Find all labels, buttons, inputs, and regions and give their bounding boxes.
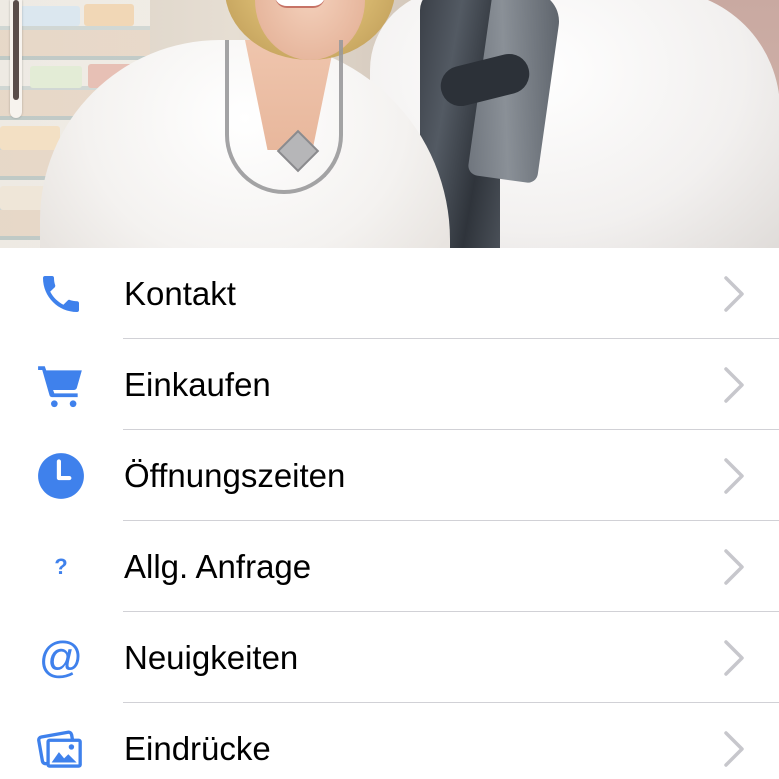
menu-item-einkaufen[interactable]: Einkaufen xyxy=(0,339,779,430)
photos-icon xyxy=(35,723,87,775)
menu-list: Kontakt Einkaufen Öffnungszeiten ? Allg.… xyxy=(0,248,779,779)
chevron-right-icon xyxy=(724,730,744,767)
chevron-right-icon xyxy=(724,548,744,585)
chevron-right-icon xyxy=(724,366,744,403)
menu-item-allg-anfrage[interactable]: ? Allg. Anfrage xyxy=(0,521,779,612)
menu-item-neuigkeiten[interactable]: @ Neuigkeiten xyxy=(0,612,779,703)
cart-icon xyxy=(35,359,87,411)
question-icon: ? xyxy=(54,553,68,579)
at-icon: @ xyxy=(38,632,84,682)
product-box xyxy=(84,4,134,26)
hero-photo xyxy=(0,0,779,248)
menu-item-label: Einkaufen xyxy=(124,365,271,403)
phone-icon xyxy=(35,268,87,320)
menu-item-label: Eindrücke xyxy=(124,729,271,767)
menu-item-label: Allg. Anfrage xyxy=(124,547,312,585)
app-screen: Kontakt Einkaufen Öffnungszeiten ? Allg.… xyxy=(0,0,779,779)
menu-item-oeffnungszeiten[interactable]: Öffnungszeiten xyxy=(0,430,779,521)
product-box xyxy=(30,66,82,88)
clock-icon xyxy=(35,450,87,502)
woman-smile xyxy=(275,0,325,8)
product-box xyxy=(20,6,80,26)
menu-item-kontakt[interactable]: Kontakt xyxy=(0,248,779,339)
necklace xyxy=(225,40,343,194)
menu-item-label: Neuigkeiten xyxy=(124,638,299,676)
menu-item-eindruecke[interactable]: Eindrücke xyxy=(0,703,779,779)
chevron-right-icon xyxy=(724,639,744,676)
menu-item-label: Kontakt xyxy=(124,274,236,312)
chevron-right-icon xyxy=(724,275,744,312)
chevron-right-icon xyxy=(724,457,744,494)
scroll-indicator[interactable] xyxy=(10,0,22,118)
product-box xyxy=(0,126,60,150)
menu-item-label: Öffnungszeiten xyxy=(124,456,346,494)
